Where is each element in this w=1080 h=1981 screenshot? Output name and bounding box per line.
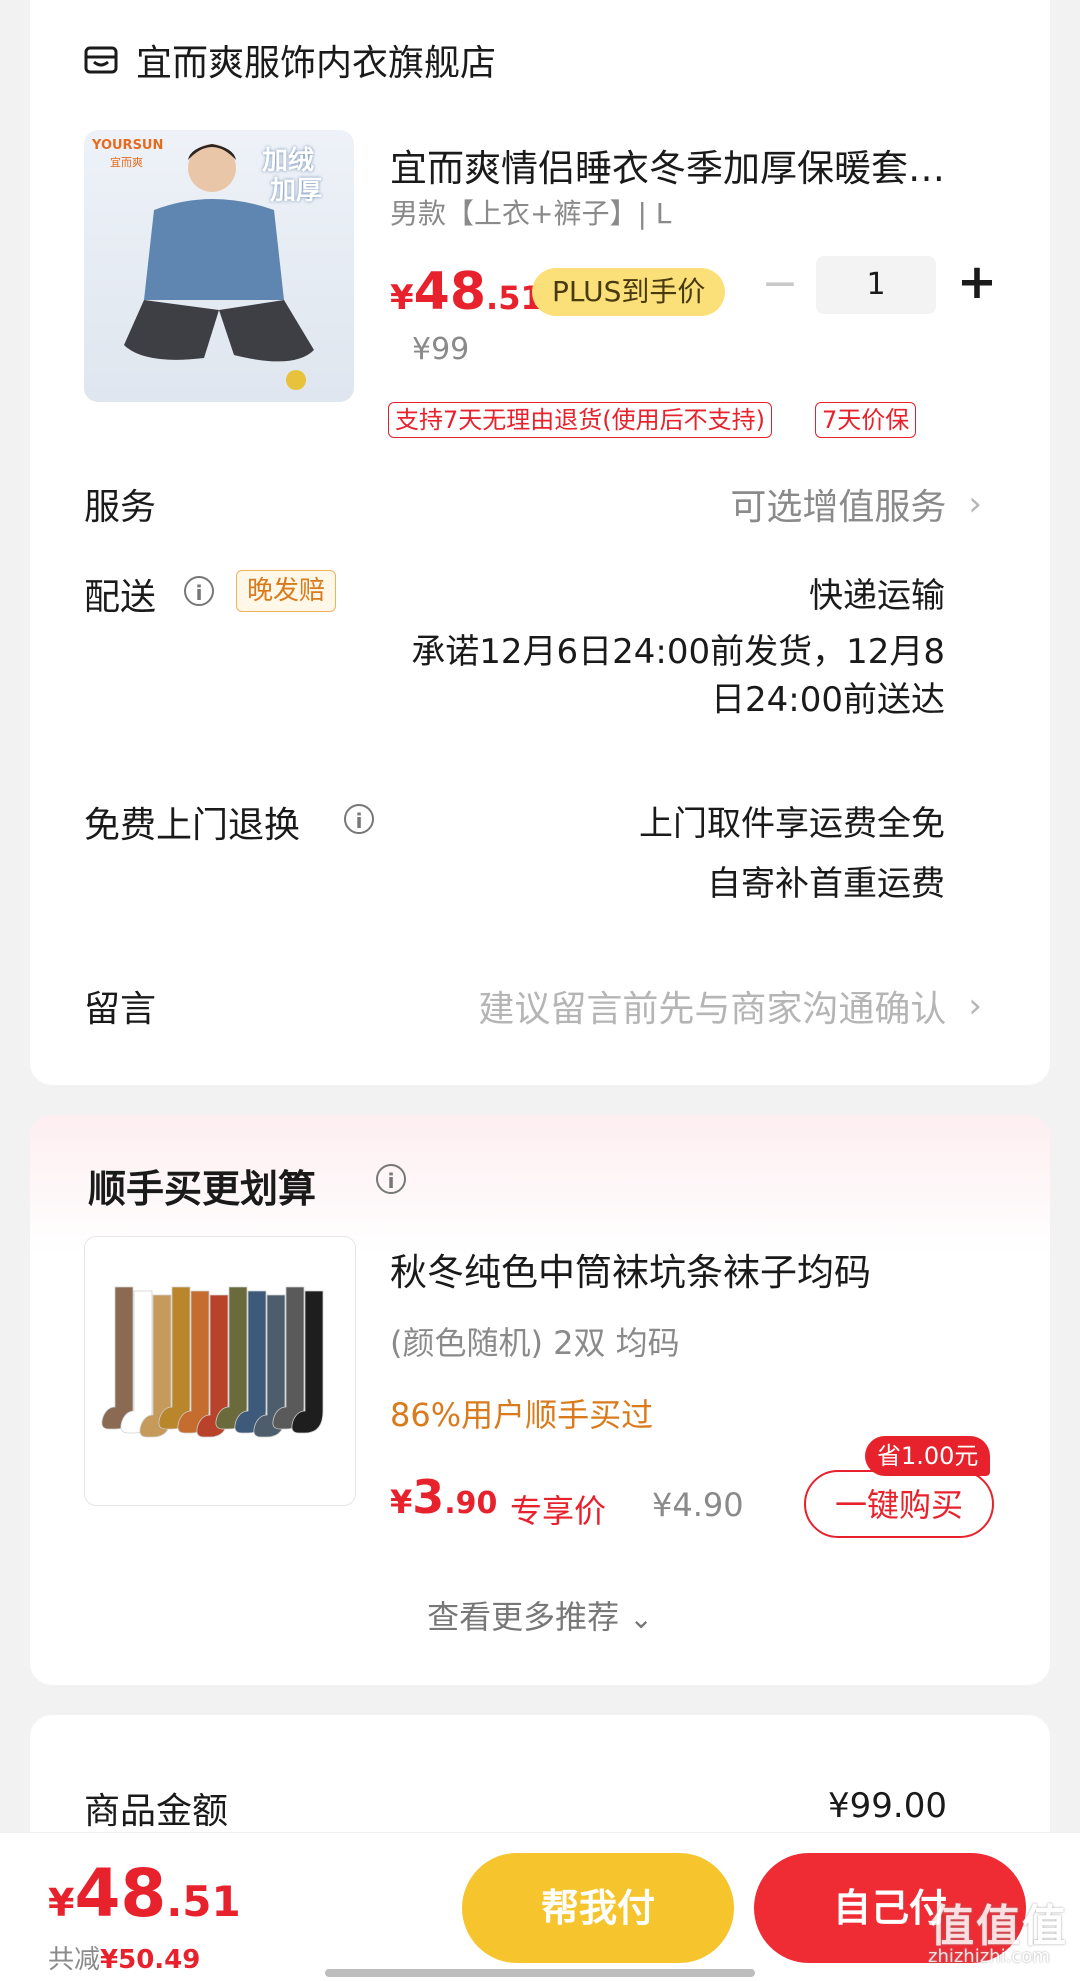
goods-amount-label: 商品金额 bbox=[84, 1791, 229, 1832]
price-integer: 48 bbox=[74, 1855, 167, 1932]
total-price: ¥48.51 bbox=[48, 1855, 241, 1932]
socks-photo bbox=[101, 1286, 324, 1438]
delivery-promise-line1: 承诺12月6日24:00前发货，12月8 bbox=[411, 632, 945, 672]
goods-amount-value: ¥99.00 bbox=[828, 1786, 947, 1826]
more-recommendations-label: 查看更多推荐 bbox=[427, 1598, 620, 1636]
home-indicator[interactable] bbox=[325, 1969, 755, 1977]
one-click-buy-button[interactable]: 一键购买 bbox=[804, 1470, 994, 1538]
product-price: ¥48.51 bbox=[390, 262, 543, 322]
checkout-bar: ¥48.51 共减¥50.49 帮我付 自己付 bbox=[0, 1832, 1080, 1981]
info-icon[interactable]: i bbox=[344, 804, 374, 834]
service-label: 服务 bbox=[84, 487, 157, 528]
exclusive-price-label: 专享价 bbox=[510, 1492, 607, 1530]
quantity-input[interactable]: 1 bbox=[816, 256, 936, 314]
total-savings: 共减¥50.49 bbox=[48, 1939, 200, 1976]
chevron-right-icon: › bbox=[968, 484, 982, 524]
quantity-decrease-button[interactable]: − bbox=[760, 262, 800, 306]
service-value: 可选增值服务 bbox=[730, 487, 947, 528]
addon-price: ¥3.90 bbox=[390, 1470, 497, 1524]
late-compensation-badge: 晚发赔 bbox=[236, 570, 337, 612]
addon-bought-rate: 86%用户顺手买过 bbox=[390, 1396, 654, 1434]
product-image[interactable]: YOURSUN 宜而爽 加绒 加厚 bbox=[84, 130, 354, 402]
delivery-promise-line2: 日24:00前送达 bbox=[711, 680, 945, 720]
more-recommendations-link[interactable]: 查看更多推荐 ⌄ bbox=[0, 1592, 1080, 1638]
store-header[interactable]: 宜而爽服饰内衣旗舰店 bbox=[84, 34, 496, 86]
price-integer: 48 bbox=[413, 262, 487, 322]
message-placeholder: 建议留言前先与商家沟通确认 bbox=[478, 989, 947, 1030]
original-price: ¥99 bbox=[412, 332, 470, 367]
sock bbox=[101, 1286, 134, 1430]
addon-original-price: ¥4.90 bbox=[652, 1486, 744, 1524]
help-me-pay-button[interactable]: 帮我付 bbox=[462, 1853, 734, 1963]
addon-spec[interactable]: (颜色随机) 2双 均码 bbox=[390, 1318, 680, 1364]
delivery-method: 快递运输 bbox=[809, 576, 945, 616]
delivery-label: 配送 bbox=[84, 577, 157, 618]
addon-title[interactable]: 秋冬纯色中筒袜坑条袜子均码 bbox=[390, 1242, 871, 1296]
info-icon[interactable]: i bbox=[184, 576, 214, 606]
info-icon[interactable]: i bbox=[376, 1164, 406, 1194]
socks-image[interactable] bbox=[84, 1236, 356, 1506]
addon-section-title: 顺手买更划算 bbox=[88, 1158, 316, 1213]
price-symbol: ¥ bbox=[390, 1483, 413, 1521]
service-selector[interactable]: 可选增值服务 › bbox=[730, 478, 982, 530]
savings-prefix: 共减 bbox=[48, 1945, 101, 1975]
free-return-line2: 自寄补首重运费 bbox=[707, 864, 945, 904]
watermark-url: zhizhizhi.com bbox=[928, 1946, 1050, 1967]
message-input[interactable]: 建议留言前先与商家沟通确认 › bbox=[478, 980, 982, 1032]
save-badge: 省1.00元 bbox=[865, 1436, 991, 1476]
plus-price-badge: PLUS到手价 bbox=[532, 268, 726, 316]
price-protect-tag: 7天价保 bbox=[815, 402, 917, 438]
free-return-label: 免费上门退换 bbox=[84, 805, 301, 846]
savings-amount: ¥50.49 bbox=[100, 1945, 201, 1975]
price-decimal: .90 bbox=[444, 1486, 498, 1521]
price-decimal: .51 bbox=[166, 1877, 241, 1926]
message-label: 留言 bbox=[84, 989, 157, 1030]
chevron-down-icon: ⌄ bbox=[629, 1602, 653, 1635]
price-symbol: ¥ bbox=[390, 278, 414, 318]
chevron-right-icon: › bbox=[968, 986, 982, 1026]
price-integer: 3 bbox=[412, 1470, 445, 1524]
price-symbol: ¥ bbox=[48, 1881, 75, 1925]
product-title[interactable]: 宜而爽情侣睡衣冬季加厚保暖套… bbox=[390, 138, 980, 192]
product-spec[interactable]: 男款【上衣+裤子】| L bbox=[390, 192, 671, 232]
watermark-logo: 值值值 bbox=[930, 1901, 1068, 1952]
store-name: 宜而爽服饰内衣旗舰店 bbox=[136, 43, 497, 84]
image-tag-2: 加厚 bbox=[270, 176, 323, 206]
brand-logo-cn: 宜而爽 bbox=[110, 156, 143, 169]
free-return-line1: 上门取件享运费全免 bbox=[639, 804, 945, 844]
quantity-increase-button[interactable]: + bbox=[955, 258, 999, 308]
store-icon bbox=[84, 46, 118, 74]
addon-section-title-text: 顺手买更划算 bbox=[88, 1167, 317, 1211]
return-policy-tag: 支持7天无理由退货(使用后不支持) bbox=[388, 402, 772, 438]
brand-logo: YOURSUN bbox=[92, 138, 164, 153]
